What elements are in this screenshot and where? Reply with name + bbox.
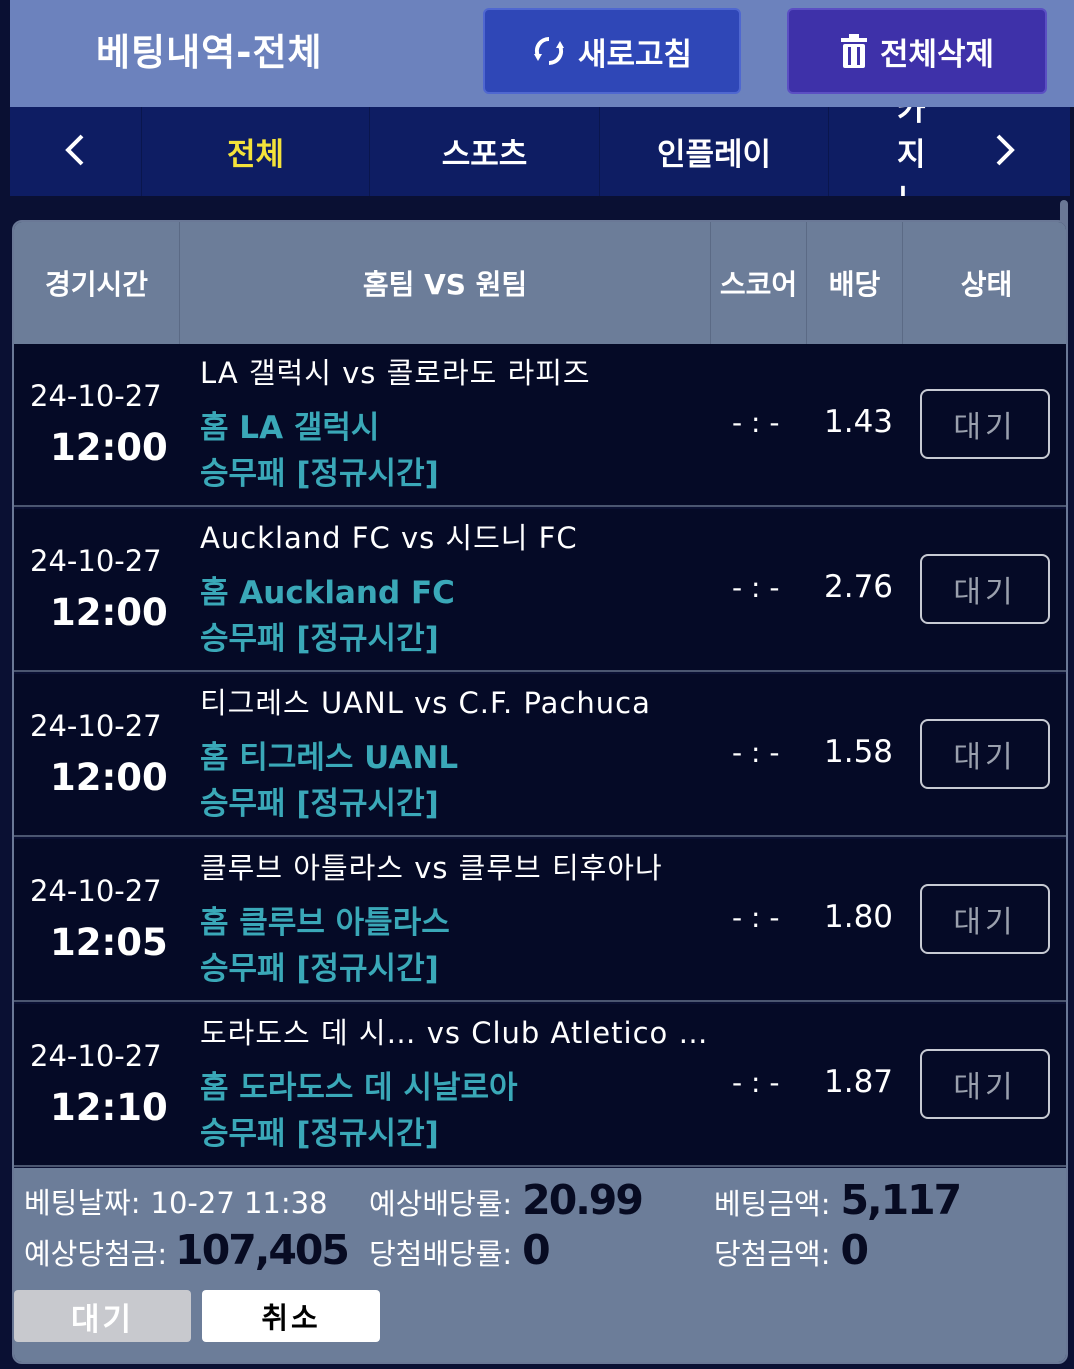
row-pick: 홈 도라도스 데 시날로아	[200, 1070, 518, 1106]
bet-amount-value: 5,117	[840, 1176, 963, 1224]
row-odds: 2.76	[824, 569, 894, 605]
row-score: - : -	[732, 406, 780, 439]
row-time: 12:00	[50, 426, 168, 469]
delete-all-label: 전체삭제	[879, 36, 995, 73]
row-score: - : -	[732, 571, 780, 604]
chevron-right-icon	[994, 133, 1016, 171]
win-odds-label: 당첨배당률:	[369, 1237, 513, 1271]
bet-history-panel: 경기시간 홈팀 VS 원팀 스코어 배당 상태 24-10-27 12:00 L…	[12, 220, 1068, 1364]
expected-odds-item: 예상배당률: 20.99	[369, 1176, 644, 1224]
header-odds: 배당	[807, 222, 903, 344]
row-match: LA 갤럭시 vs 콜로라도 라피즈	[200, 356, 591, 390]
row-score: - : -	[732, 901, 780, 934]
row-time: 12:10	[50, 1086, 168, 1129]
expected-win-item: 예상당첨금: 107,405	[24, 1226, 350, 1274]
tab-casino[interactable]: 카지노	[828, 107, 940, 196]
header-game-time: 경기시간	[14, 222, 180, 344]
page-title: 베팅내역-전체	[96, 31, 323, 74]
row-status-badge: 대기	[920, 719, 1050, 789]
refresh-icon	[532, 34, 566, 68]
row-bet-type: 승무패 [정규시간]	[200, 951, 439, 987]
row-bet-type: 승무패 [정규시간]	[200, 786, 439, 822]
tabs-next-button[interactable]	[940, 107, 1070, 196]
row-status-badge: 대기	[920, 389, 1050, 459]
table-row: 24-10-27 12:00 Auckland FC vs 시드니 FC 홈 A…	[14, 509, 1066, 672]
win-amount-value: 0	[840, 1226, 869, 1274]
refresh-button[interactable]: 새로고침	[483, 8, 741, 94]
bet-date-value: 10-27 11:38	[150, 1186, 328, 1220]
chevron-left-icon	[64, 133, 86, 171]
row-match: 티그레스 UANL vs C.F. Pachuca	[200, 686, 651, 720]
row-status-badge: 대기	[920, 1049, 1050, 1119]
bet-date-item: 베팅날짜: 10-27 11:38	[24, 1180, 328, 1222]
row-time: 12:00	[50, 756, 168, 799]
table-row: 24-10-27 12:10 도라도스 데 시… vs Club Atletic…	[14, 1004, 1066, 1167]
row-time: 12:00	[50, 591, 168, 634]
row-date: 24-10-27	[30, 379, 162, 413]
tabs-prev-button[interactable]	[10, 107, 140, 196]
row-bet-type: 승무패 [정규시간]	[200, 1116, 439, 1152]
category-tabs: 전체 스포츠 인플레이 카지노	[10, 107, 1070, 196]
row-bet-type: 승무패 [정규시간]	[200, 621, 439, 657]
refresh-label: 새로고침	[577, 36, 693, 73]
row-match: Auckland FC vs 시드니 FC	[200, 521, 578, 555]
row-pick: 홈 LA 갤럭시	[200, 410, 380, 446]
status-wait-button: 대기	[14, 1290, 191, 1342]
delete-all-button[interactable]: 전체삭제	[787, 8, 1047, 94]
row-date: 24-10-27	[30, 544, 162, 578]
row-status-badge: 대기	[920, 884, 1050, 954]
row-time: 12:05	[50, 921, 168, 964]
row-pick: 홈 Auckland FC	[200, 575, 455, 611]
tab-all[interactable]: 전체	[141, 107, 369, 196]
row-score: - : -	[732, 736, 780, 769]
expected-odds-value: 20.99	[522, 1176, 644, 1224]
row-odds: 1.87	[824, 1064, 894, 1100]
win-amount-item: 당첨금액: 0	[714, 1226, 869, 1274]
page-header: 베팅내역-전체 새로고침 전체삭제	[10, 0, 1074, 107]
expected-odds-label: 예상배당률:	[369, 1187, 513, 1221]
win-amount-label: 당첨금액:	[714, 1237, 831, 1271]
table-header: 경기시간 홈팀 VS 원팀 스코어 배당 상태	[14, 222, 1066, 344]
row-match: 도라도스 데 시… vs Club Atletico …	[200, 1016, 709, 1050]
row-bet-type: 승무패 [정규시간]	[200, 456, 439, 492]
cancel-button[interactable]: 취소	[202, 1290, 380, 1342]
table-row: 24-10-27 12:00 티그레스 UANL vs C.F. Pachuca…	[14, 674, 1066, 837]
header-status: 상태	[960, 268, 1013, 301]
row-date: 24-10-27	[30, 874, 162, 908]
table-row: 24-10-27 12:05 클루브 아틀라스 vs 클루브 티후아나 홈 클루…	[14, 839, 1066, 1002]
bet-summary: 베팅날짜: 10-27 11:38 예상배당률: 20.99 베팅금액: 5,1…	[14, 1168, 1066, 1362]
win-odds-value: 0	[522, 1226, 550, 1274]
row-score: - : -	[732, 1066, 780, 1099]
bet-date-label: 베팅날짜:	[24, 1186, 141, 1220]
tab-inplay[interactable]: 인플레이	[599, 107, 828, 196]
tab-sports[interactable]: 스포츠	[369, 107, 599, 196]
row-pick: 홈 티그레스 UANL	[200, 740, 459, 776]
bet-amount-item: 베팅금액: 5,117	[714, 1176, 963, 1224]
header-score: 스코어	[711, 222, 807, 344]
table-row: 24-10-27 12:00 LA 갤럭시 vs 콜로라도 라피즈 홈 LA 갤…	[14, 344, 1066, 507]
row-date: 24-10-27	[30, 1039, 162, 1073]
row-pick: 홈 클루브 아틀라스	[200, 905, 450, 941]
row-status-badge: 대기	[920, 554, 1050, 624]
header-teams: 홈팀 VS 원팀	[180, 222, 711, 344]
row-odds: 1.58	[824, 734, 894, 770]
row-date: 24-10-27	[30, 709, 162, 743]
row-match: 클루브 아틀라스 vs 클루브 티후아나	[200, 851, 663, 885]
row-odds: 1.80	[824, 899, 894, 935]
expected-win-label: 예상당첨금:	[24, 1237, 168, 1271]
expected-win-value: 107,405	[175, 1226, 350, 1274]
win-odds-item: 당첨배당률: 0	[369, 1226, 551, 1274]
trash-icon	[840, 33, 868, 69]
bet-amount-label: 베팅금액:	[714, 1187, 831, 1221]
row-odds: 1.43	[824, 404, 894, 440]
